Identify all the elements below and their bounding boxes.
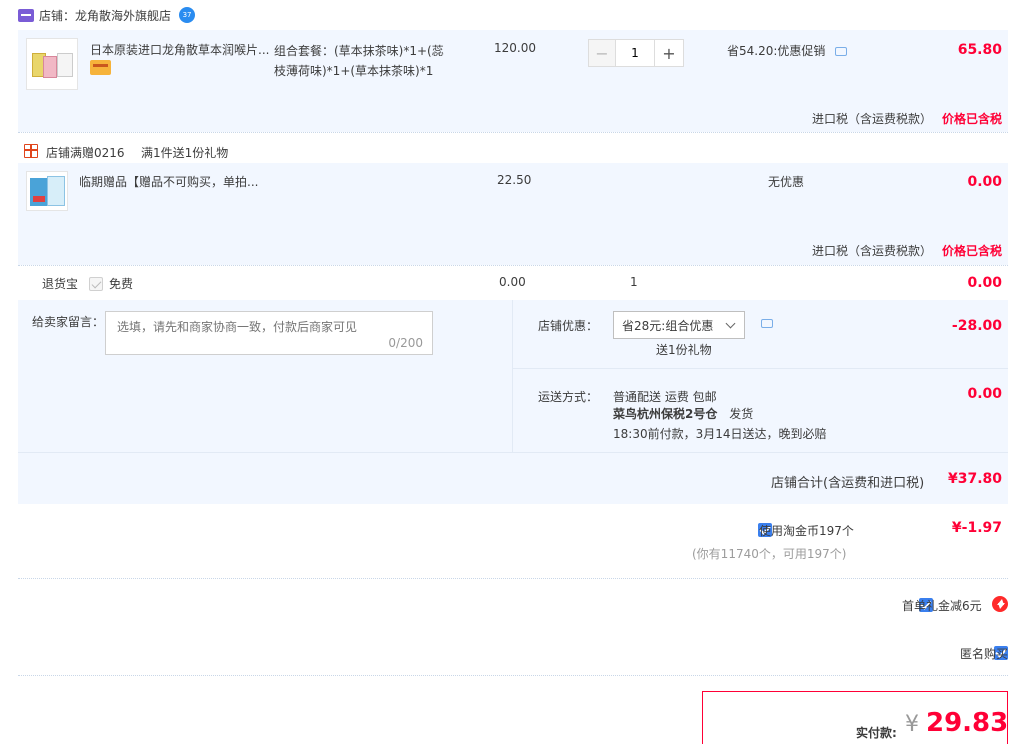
promo-text: 省54.20:优惠促销 bbox=[727, 44, 826, 58]
warehouse-dispatch: 发货 bbox=[729, 407, 754, 421]
return-insurance-total: 0.00 bbox=[967, 275, 1002, 291]
card-payment-icon bbox=[90, 60, 111, 75]
gift-promo: 无优惠 bbox=[768, 175, 805, 189]
divider bbox=[18, 265, 1008, 266]
divider bbox=[18, 675, 1008, 676]
chevron-down-icon bbox=[725, 318, 736, 329]
import-tax-label: 进口税（含运费税款） bbox=[812, 112, 933, 126]
product-thumbnail[interactable] bbox=[26, 38, 78, 90]
shipping-label: 运送方式： bbox=[538, 390, 599, 404]
shop-header: 店铺： 龙角散海外旗舰店 37 bbox=[18, 6, 196, 24]
lightning-icon bbox=[992, 596, 1008, 612]
discount-gift-note: 送1份礼物 bbox=[656, 343, 712, 357]
item-subtotal: 65.80 bbox=[957, 42, 1002, 58]
shop-subtotal-value: ¥37.80 bbox=[947, 471, 1002, 487]
gift-icon bbox=[24, 144, 38, 158]
gift-tax-included: 价格已含税 bbox=[942, 244, 1003, 258]
shop-label: 店铺： bbox=[39, 8, 76, 23]
divider bbox=[18, 132, 1008, 133]
chat-bubble-icon[interactable] bbox=[835, 47, 847, 56]
message-counter: 0/200 bbox=[388, 336, 423, 350]
panel-split-horizontal bbox=[513, 368, 1008, 369]
return-insurance-price: 0.00 bbox=[499, 275, 526, 289]
first-order-label[interactable]: 首单礼金减6元 bbox=[902, 597, 982, 614]
gift-price: 22.50 bbox=[497, 173, 532, 187]
product-sku: 组合套餐：(草本抹茶味)*1+(蕊枝薄荷味)*1+(草本抹茶味)*1 bbox=[274, 44, 444, 78]
gift-import-tax-label: 进口税（含运费税款） bbox=[812, 244, 933, 258]
panel-split-vertical bbox=[512, 300, 513, 452]
payment-currency: ¥ bbox=[905, 712, 919, 737]
wangwang-icon[interactable]: 37 bbox=[179, 7, 196, 23]
return-insurance-free: 免费 bbox=[109, 277, 134, 291]
tax-included: 价格已含税 bbox=[942, 112, 1003, 126]
return-insurance-checkbox[interactable] bbox=[89, 276, 103, 291]
delivery-promise: 18:30前付款，3月14日送达，晚到必赔 bbox=[613, 427, 827, 441]
coins-balance-note: (你有11740个，可用197个) bbox=[692, 547, 847, 561]
use-coins-label[interactable]: 使用淘金币197个 bbox=[759, 522, 854, 539]
shipping-method: 普通配送 运费 包邮 bbox=[613, 390, 717, 404]
gift-rule: 满1件送1份礼物 bbox=[141, 146, 229, 160]
payment-amount: 29.83 bbox=[926, 708, 1009, 738]
message-label: 给卖家留言： bbox=[32, 315, 105, 329]
increase-button[interactable]: + bbox=[654, 39, 684, 67]
gift-title-link[interactable]: 临期赠品【赠品不可购买，单拍... bbox=[79, 173, 269, 190]
warehouse-name: 菜鸟杭州保税2号仓 bbox=[613, 407, 718, 421]
shop-discount-label: 店铺优惠： bbox=[538, 319, 599, 333]
return-insurance-qty: 1 bbox=[630, 275, 638, 289]
shipping-fee: 0.00 bbox=[967, 386, 1002, 402]
chat-bubble-icon[interactable] bbox=[761, 319, 773, 328]
shop-icon bbox=[18, 8, 34, 22]
shop-discount-select[interactable]: 省28元:组合优惠 bbox=[613, 311, 745, 339]
decrease-button[interactable]: − bbox=[588, 39, 616, 67]
shop-discount-value: -28.00 bbox=[951, 318, 1002, 334]
shipping-warehouse: 菜鸟杭州保税2号仓 发货 bbox=[613, 405, 753, 422]
message-box[interactable]: 0/200 bbox=[105, 311, 433, 355]
gift-thumbnail[interactable] bbox=[26, 171, 68, 211]
payment-label: 实付款: bbox=[856, 726, 897, 740]
coins-discount-value: ¥-1.97 bbox=[951, 520, 1002, 536]
gift-subtotal: 0.00 bbox=[967, 174, 1002, 190]
return-insurance-label: 退货宝 bbox=[42, 277, 79, 291]
shop-subtotal-label: 店铺合计(含运费和进口税) bbox=[771, 476, 925, 491]
anonymous-label[interactable]: 匿名购买 bbox=[960, 645, 1008, 662]
quantity-input[interactable] bbox=[616, 39, 654, 67]
shop-name-link[interactable]: 龙角散海外旗舰店 bbox=[75, 7, 171, 24]
divider bbox=[18, 578, 1008, 579]
panel-split-bottom bbox=[18, 452, 1008, 453]
gift-campaign-label: 店铺满赠0216 bbox=[46, 146, 125, 160]
quantity-stepper: − + bbox=[588, 39, 685, 67]
shop-discount-selected: 省28元:组合优惠 bbox=[622, 318, 714, 333]
product-title-link[interactable]: 日本原装进口龙角散草本润喉片... bbox=[90, 41, 270, 58]
message-input[interactable] bbox=[106, 312, 432, 354]
unit-price: 120.00 bbox=[494, 41, 536, 55]
